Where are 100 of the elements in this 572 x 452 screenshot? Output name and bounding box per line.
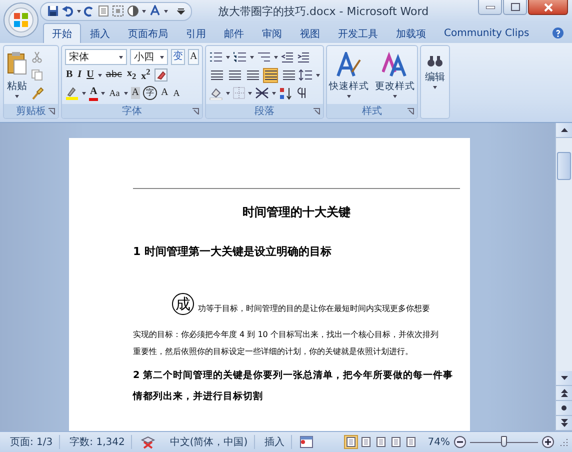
align-center-icon[interactable]	[227, 68, 242, 82]
heading-line[interactable]: 情都列出来，并进行目标切割	[133, 386, 460, 407]
character-shading-button[interactable]: A	[130, 87, 140, 100]
dialog-launcher-icon[interactable]	[192, 108, 200, 115]
shrink-font-button[interactable]: A	[172, 87, 181, 100]
multilevel-list-icon[interactable]	[257, 51, 272, 63]
caret-icon[interactable]	[316, 74, 320, 76]
caret-icon[interactable]	[250, 56, 254, 58]
caret-icon[interactable]	[226, 56, 230, 58]
next-page-icon[interactable]	[556, 416, 572, 431]
slider-thumb[interactable]	[501, 436, 507, 447]
align-left-icon[interactable]	[209, 68, 224, 82]
page-icon[interactable]	[98, 5, 109, 17]
caret-icon[interactable]	[142, 10, 146, 12]
font-color-button[interactable]: A	[89, 86, 98, 101]
eraser-icon[interactable]	[154, 68, 168, 82]
reading-layout-icon[interactable]	[358, 435, 373, 449]
contrast-icon[interactable]	[127, 5, 139, 17]
caret-icon[interactable]	[226, 92, 230, 94]
caret-icon[interactable]	[164, 10, 168, 12]
caret-icon[interactable]	[274, 56, 278, 58]
superscript-button[interactable]: x$^{2}$	[140, 67, 152, 84]
insert-mode[interactable]: 插入	[258, 435, 292, 449]
quick-styles-button[interactable]: 快速样式	[327, 50, 372, 100]
numbering-icon[interactable]	[233, 51, 248, 63]
line-spacing-icon[interactable]	[299, 69, 314, 81]
resize-grip-icon[interactable]	[560, 438, 568, 446]
caret-icon[interactable]	[77, 10, 81, 12]
proofing-icon[interactable]	[140, 436, 156, 448]
sort-icon[interactable]	[279, 86, 294, 100]
redo-icon[interactable]	[84, 5, 95, 17]
show-marks-icon[interactable]	[296, 87, 308, 99]
format-painter-icon[interactable]	[31, 87, 44, 100]
bullets-icon[interactable]	[209, 51, 224, 63]
word-count[interactable]: 字数: 1,342	[64, 435, 132, 449]
underline-button[interactable]: U	[86, 69, 95, 82]
restore-button[interactable]	[503, 0, 527, 15]
document-title[interactable]: 时间管理的十大关键	[133, 204, 460, 221]
ribbon-tab[interactable]: 插入	[81, 23, 119, 43]
save-icon[interactable]	[47, 5, 59, 17]
change-case-button[interactable]: Aa	[108, 87, 121, 100]
bold-button[interactable]: B	[65, 69, 74, 82]
distribute-icon[interactable]	[281, 68, 296, 82]
draft-icon[interactable]	[404, 435, 418, 449]
caret-icon[interactable]	[248, 92, 252, 94]
macro-record-icon[interactable]	[300, 436, 313, 448]
subscript-button[interactable]: x$_{2}$	[126, 68, 138, 83]
change-styles-button[interactable]: 更改样式	[373, 50, 418, 100]
caret-icon[interactable]	[124, 92, 128, 95]
zoom-in-icon[interactable]	[542, 436, 554, 448]
strikethrough-button[interactable]: abc	[104, 69, 123, 82]
web-layout-icon[interactable]	[374, 435, 388, 449]
character-border-button[interactable]: A	[188, 49, 200, 65]
help-icon[interactable]	[552, 26, 564, 38]
ribbon-tab[interactable]: 开发工具	[329, 23, 387, 43]
chinese-layout-icon[interactable]	[255, 87, 270, 99]
highlight-icon[interactable]	[65, 86, 79, 100]
text-line[interactable]: 重要性，然后依照你的目标设定一些详细的计划，你的关键就是依照计划进行。	[133, 343, 460, 360]
caret-icon[interactable]	[82, 92, 86, 95]
previous-page-icon[interactable]	[556, 386, 572, 401]
text-line[interactable]: 功等于目标，时间管理的目的是让你在最短时间内实现更多你想要	[198, 303, 430, 315]
minimize-button[interactable]	[478, 0, 502, 15]
justify-icon[interactable]	[263, 68, 278, 82]
ribbon-tab[interactable]: Community Clips	[435, 23, 538, 43]
increase-indent-icon[interactable]	[297, 51, 310, 63]
heading-line[interactable]: 2 第二个时间管理的关键是你要列一张总清单，把今年所要做的每一件事	[133, 365, 460, 386]
zoom-slider[interactable]	[470, 436, 538, 448]
decrease-indent-icon[interactable]	[281, 51, 294, 63]
selection-icon[interactable]	[112, 5, 124, 17]
zoom-level[interactable]: 74%	[428, 436, 450, 448]
font-size-field[interactable]: 小四	[130, 49, 168, 65]
grow-font-button[interactable]: A	[160, 87, 170, 100]
align-right-icon[interactable]	[245, 68, 260, 82]
vertical-scrollbar[interactable]	[555, 123, 572, 431]
language-indicator[interactable]: 中文(简体，中国)	[164, 435, 255, 449]
heading[interactable]: 1 时间管理第一大关键是设立明确的目标	[133, 244, 460, 259]
editing-button[interactable]: 编辑	[420, 45, 450, 119]
italic-button[interactable]: I	[76, 69, 83, 82]
print-layout-icon[interactable]	[344, 435, 358, 449]
ribbon-tab[interactable]: 引用	[177, 23, 215, 43]
shading-icon[interactable]	[209, 86, 224, 100]
text-line[interactable]: 实现的目标：你必须把今年度 4 到 10 个目标写出来，找出一个核心目标，并依次排列	[133, 326, 460, 343]
enclose-characters-button[interactable]: 字	[142, 86, 157, 100]
ribbon-tab[interactable]: 审阅	[253, 23, 291, 43]
scroll-up-icon[interactable]	[556, 123, 572, 138]
outline-icon[interactable]	[388, 435, 403, 449]
customize-icon[interactable]	[177, 7, 185, 15]
close-button[interactable]	[528, 0, 568, 15]
scroll-down-icon[interactable]	[556, 371, 572, 386]
zoom-out-icon[interactable]	[454, 436, 466, 448]
caret-icon[interactable]	[98, 74, 102, 77]
ribbon-tab[interactable]: 邮件	[215, 23, 253, 43]
ribbon-tab[interactable]: 视图	[291, 23, 329, 43]
dialog-launcher-icon[interactable]	[48, 108, 55, 115]
phonetic-guide-button[interactable]: 变	[171, 49, 185, 65]
dialog-launcher-icon[interactable]	[407, 108, 414, 115]
font-name-field[interactable]: 宋体	[65, 49, 127, 65]
paste-button[interactable]: 粘贴	[6, 49, 28, 100]
font-color-icon[interactable]	[149, 5, 161, 17]
enclosed-character[interactable]: 成	[172, 293, 194, 315]
